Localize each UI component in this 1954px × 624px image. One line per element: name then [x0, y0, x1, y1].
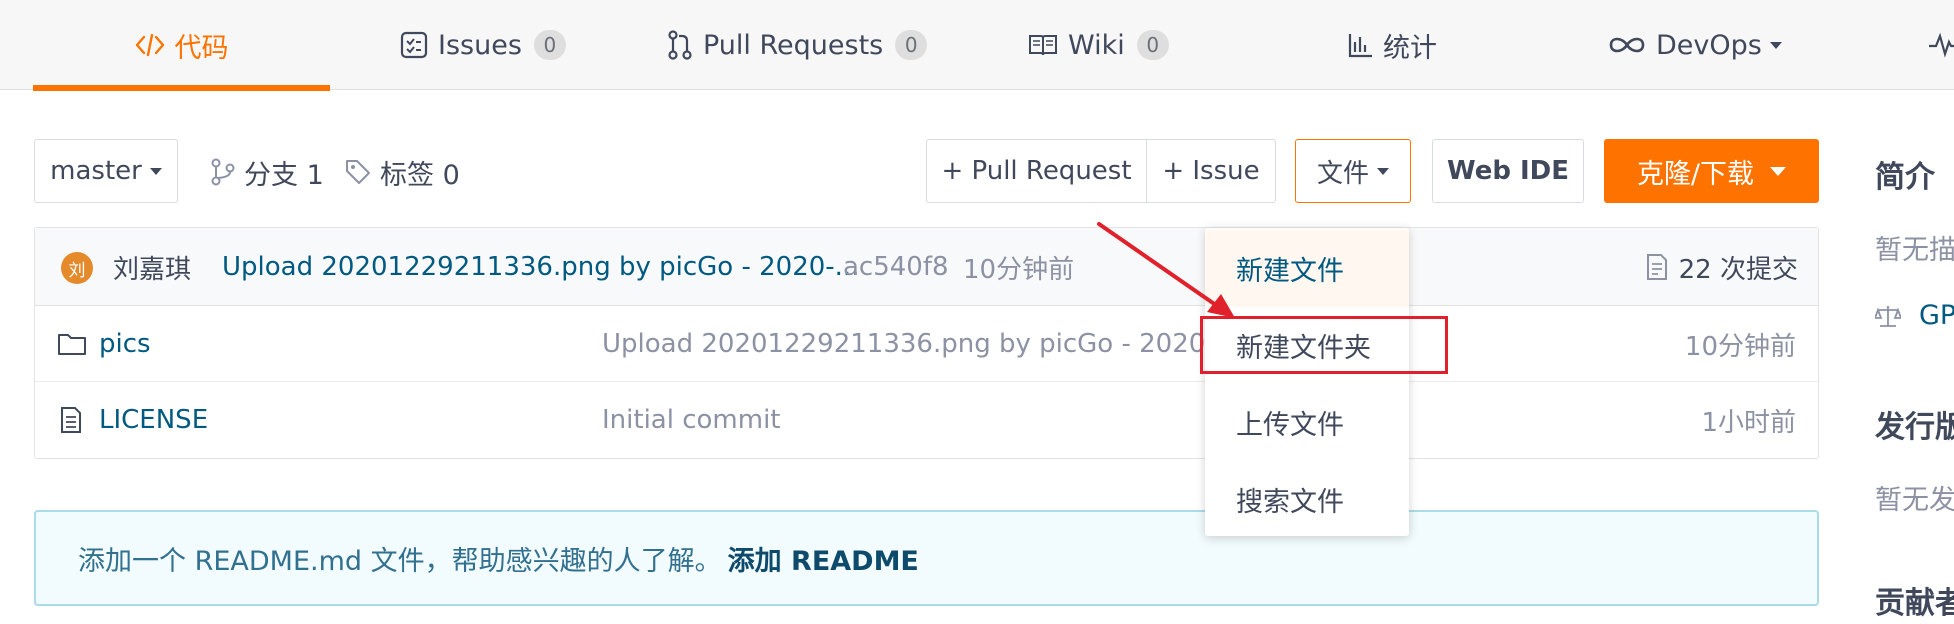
issues-icon: [400, 31, 428, 59]
repository-file-list: 刘 刘嘉琪 Upload 20201229211336.png by picGo…: [34, 227, 1819, 459]
tab-wiki-label: Wiki: [1068, 29, 1125, 61]
wiki-count-badge: 0: [1136, 30, 1169, 60]
sidebar-intro-text: 暂无描: [1875, 235, 1954, 266]
file-text-icon: [59, 382, 83, 458]
sidebar-contributors-title: 贡献者: [1875, 586, 1954, 621]
bar-chart-icon: [1347, 32, 1373, 58]
tab-statistics-label: 统计: [1383, 32, 1437, 64]
branch-name: master: [50, 156, 142, 186]
commit-count-link[interactable]: 22 次提交: [1645, 228, 1798, 306]
sidebar-intro-title: 简介: [1875, 160, 1935, 195]
table-row: pics Upload 20201229211336.png by picGo …: [35, 306, 1818, 382]
tab-pull-requests[interactable]: Pull Requests 0: [667, 0, 928, 90]
tag-icon: [344, 158, 372, 186]
tab-wiki[interactable]: Wiki 0: [1028, 0, 1169, 90]
new-pull-request-label: + Pull Request: [941, 156, 1132, 186]
chevron-down-icon: [149, 167, 162, 175]
tab-devops-label: DevOps: [1656, 29, 1762, 61]
sidebar-license-link[interactable]: GP: [1875, 300, 1954, 331]
latest-commit-bar: 刘 刘嘉琪 Upload 20201229211336.png by picGo…: [35, 228, 1818, 306]
tab-code-label: 代码: [174, 32, 229, 64]
branch-icon: [210, 158, 236, 186]
tab-pull-requests-label: Pull Requests: [703, 29, 884, 61]
add-readme-link[interactable]: 添加 README: [728, 539, 919, 578]
pull-requests-count-badge: 0: [895, 30, 928, 60]
web-ide-button[interactable]: Web IDE: [1432, 139, 1584, 203]
infinity-icon: [1608, 34, 1646, 56]
new-issue-label: + Issue: [1162, 156, 1260, 186]
file-name-link[interactable]: LICENSE: [99, 382, 208, 458]
commit-message[interactable]: Upload 20201229211336.png by picGo - 202…: [222, 228, 859, 306]
clone-download-label: 克隆/下载: [1636, 158, 1755, 190]
tab-issues[interactable]: Issues 0: [400, 0, 566, 90]
file-commit-message[interactable]: Initial commit: [602, 382, 780, 458]
new-pull-request-button[interactable]: + Pull Request: [926, 139, 1147, 203]
menu-item-upload-file[interactable]: 上传文件: [1205, 384, 1409, 461]
readme-notice: 添加一个 README.md 文件，帮助感兴趣的人了解。 添加 README: [34, 510, 1819, 606]
file-menu-button[interactable]: 文件: [1295, 139, 1411, 203]
code-icon: [135, 32, 165, 58]
folder-icon: [57, 306, 87, 382]
branch-select[interactable]: master: [34, 139, 178, 203]
chevron-down-icon: [1769, 41, 1782, 49]
tags-link[interactable]: 标签 0: [344, 140, 460, 204]
file-name-link[interactable]: pics: [99, 306, 151, 382]
commits-icon: [1645, 253, 1669, 281]
menu-item-search-file[interactable]: 搜索文件: [1205, 461, 1409, 538]
avatar[interactable]: 刘: [61, 252, 93, 284]
tags-label: 标签 0: [380, 159, 460, 191]
sidebar-release-title: 发行版: [1875, 410, 1954, 445]
sidebar-license-label: GP: [1919, 300, 1954, 331]
commit-count-label: 22 次提交: [1678, 254, 1798, 285]
branches-label: 分支 1: [244, 159, 324, 191]
commit-author[interactable]: 刘嘉琪: [113, 228, 191, 306]
annotation-arrow-icon: [1097, 222, 1235, 318]
tab-code[interactable]: 代码: [33, 0, 330, 91]
pull-request-icon: [667, 30, 693, 60]
chevron-down-icon: [1770, 166, 1787, 176]
commit-hash[interactable]: ac540f8: [843, 228, 949, 306]
tab-devops[interactable]: DevOps: [1608, 0, 1782, 90]
file-menu-label: 文件: [1316, 158, 1369, 189]
file-time: 1小时前: [1701, 407, 1796, 438]
tab-statistics[interactable]: 统计: [1347, 0, 1437, 90]
tab-issues-label: Issues: [438, 29, 522, 61]
branches-link[interactable]: 分支 1: [210, 140, 324, 204]
wiki-book-icon: [1028, 33, 1058, 57]
readme-notice-text: 添加一个 README.md 文件，帮助感兴趣的人了解。: [78, 545, 722, 577]
repo-tab-bar: 代码 Issues 0 Pull Requests 0 Wiki 0 统计 De…: [0, 0, 1954, 91]
sidebar-release-text: 暂无发: [1875, 485, 1954, 516]
tab-more[interactable]: [1928, 0, 1954, 90]
table-row: LICENSE Initial commit 1小时前: [35, 382, 1818, 458]
scale-icon: [1875, 304, 1901, 328]
clone-download-button[interactable]: 克隆/下载: [1604, 139, 1819, 203]
web-ide-label: Web IDE: [1446, 156, 1570, 186]
issues-count-badge: 0: [533, 30, 566, 60]
chevron-down-icon: [1377, 167, 1389, 175]
pulse-icon: [1928, 32, 1954, 58]
commit-time: 10分钟前: [963, 254, 1075, 285]
new-issue-button[interactable]: + Issue: [1146, 139, 1276, 203]
file-time: 10分钟前: [1684, 331, 1796, 362]
